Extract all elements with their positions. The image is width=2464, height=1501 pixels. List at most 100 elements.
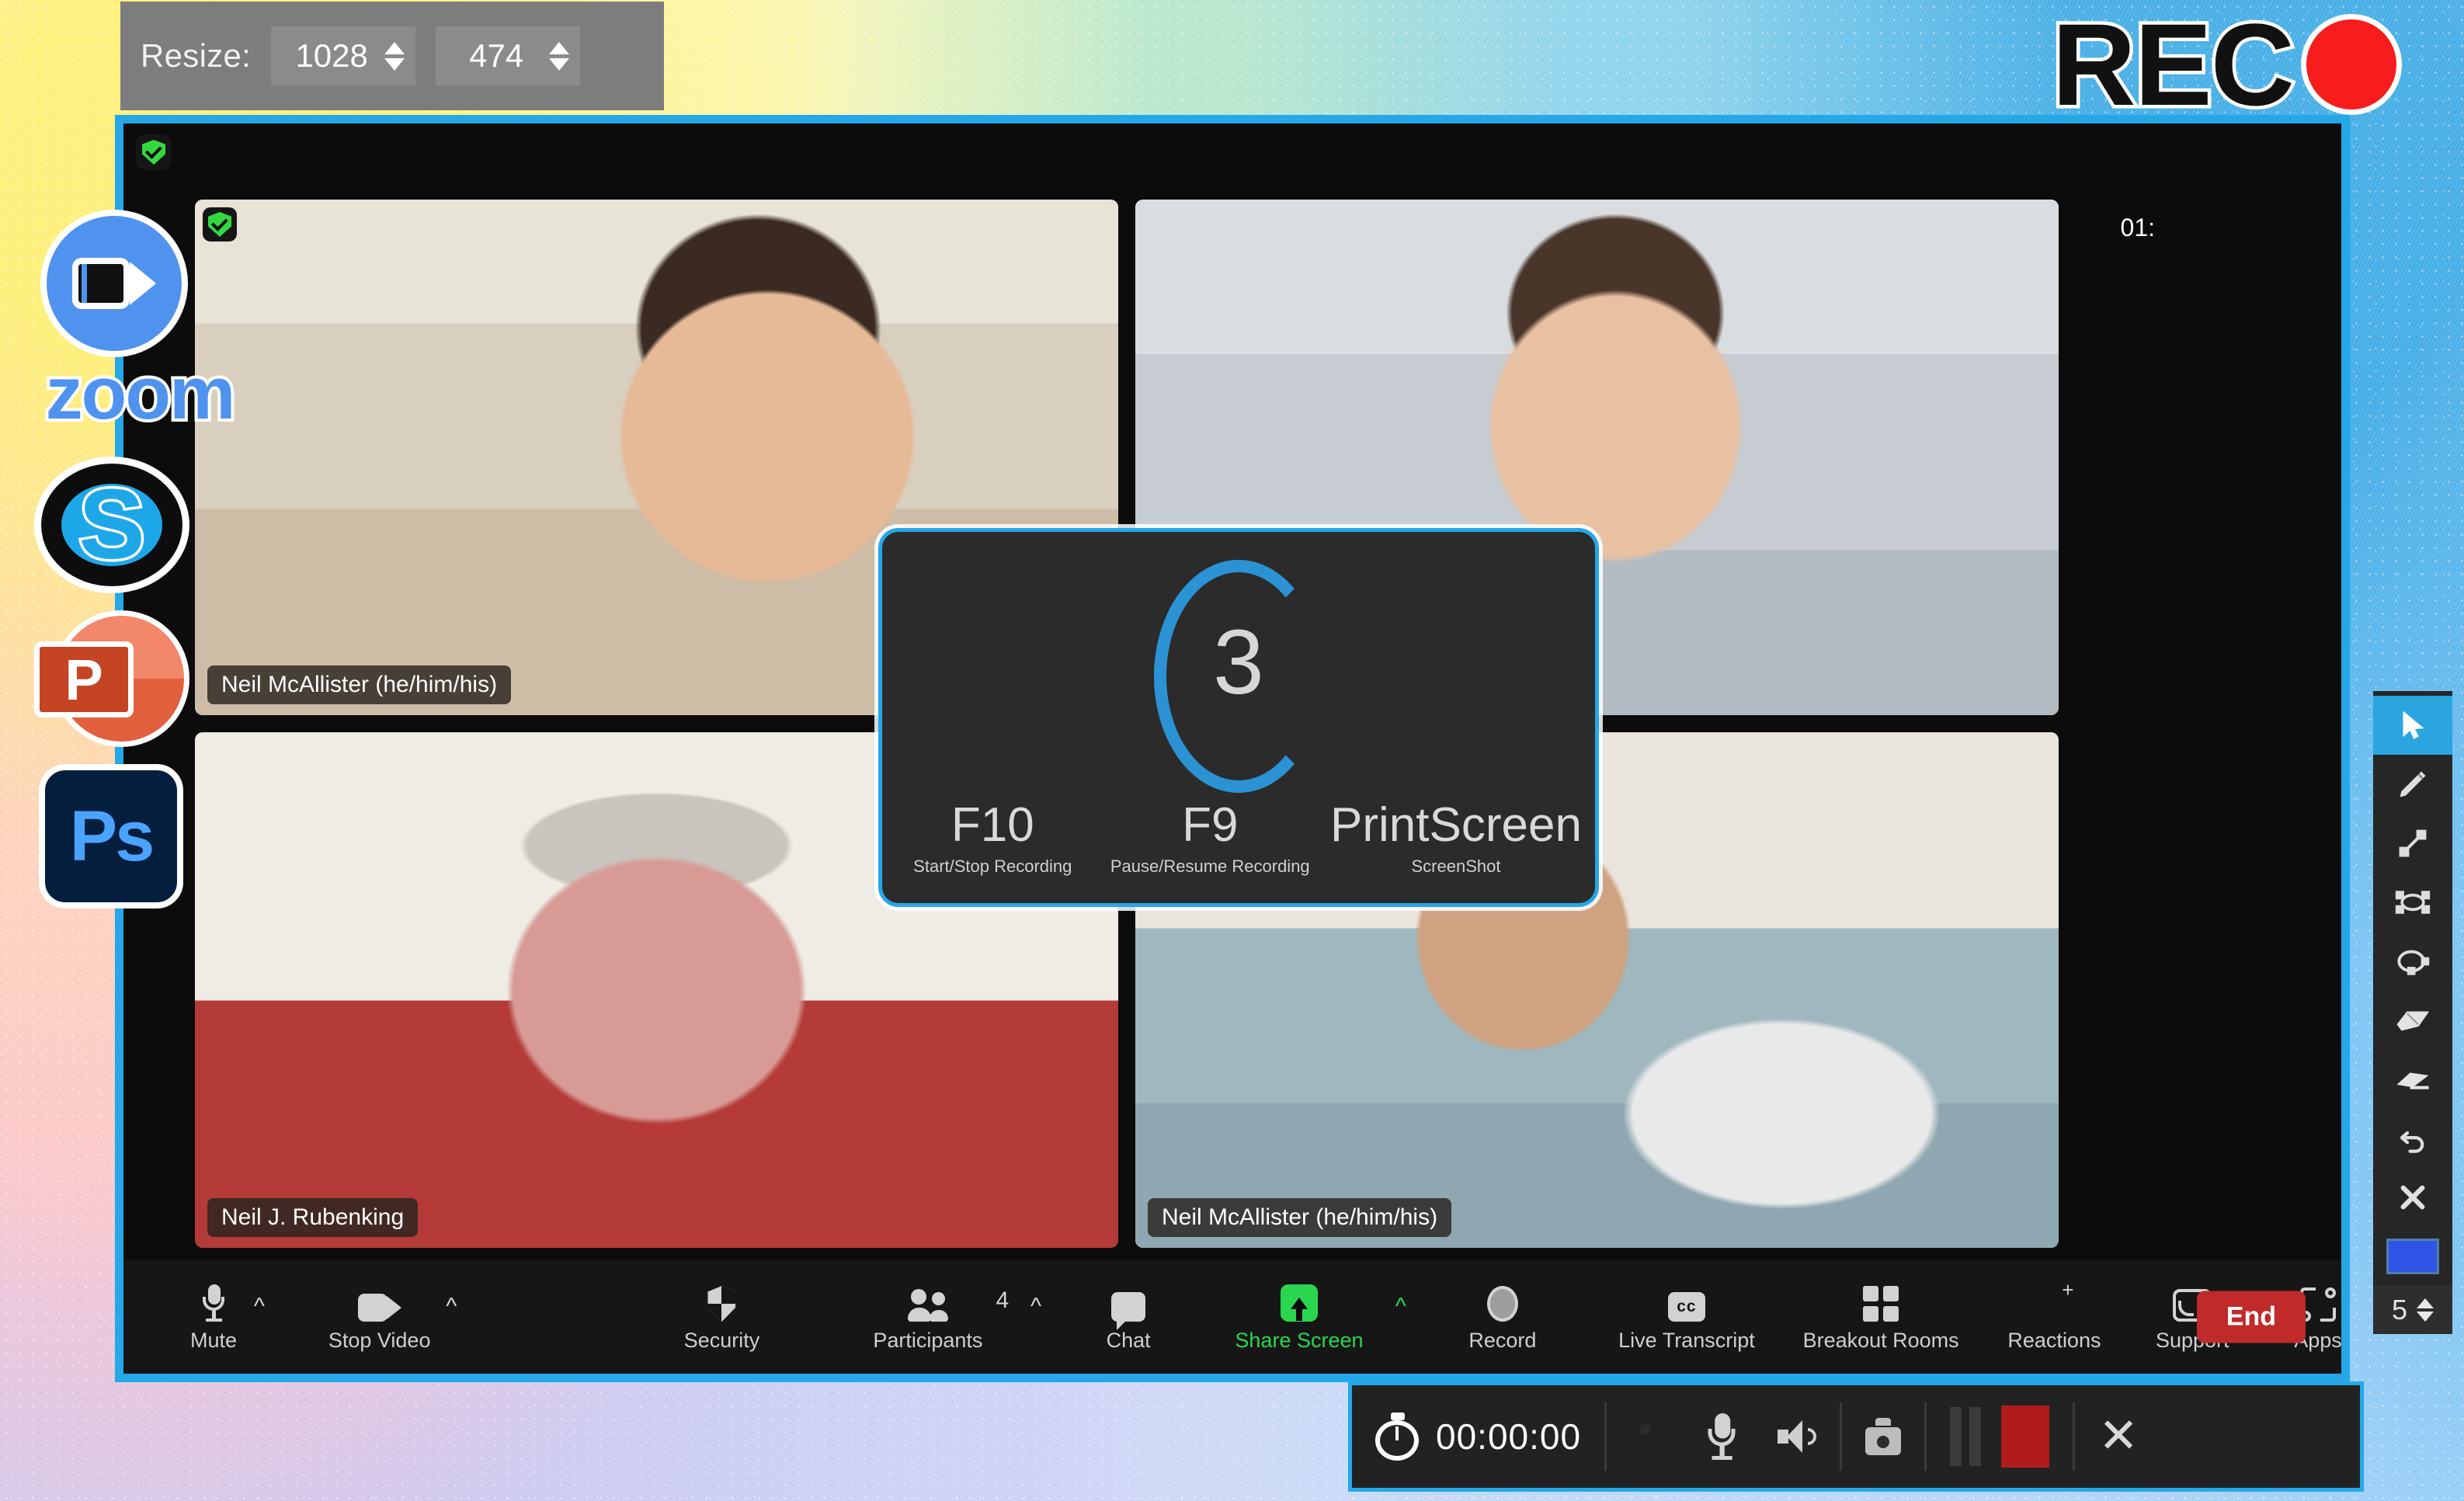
toolbar-share-screen-label: Share Screen	[1235, 1329, 1364, 1352]
people-icon	[907, 1281, 948, 1322]
skype-glyph: S	[76, 469, 148, 581]
toolbar-mute[interactable]: Mute ^	[189, 1281, 265, 1353]
close-icon[interactable]: ✕	[2098, 1412, 2139, 1461]
rec-label: REC	[2049, 0, 2299, 130]
record-dot-icon	[2301, 14, 2402, 115]
shield-icon	[707, 1281, 736, 1322]
recorder-sources	[1607, 1385, 1840, 1488]
photoshop-logo: Ps	[39, 764, 183, 909]
toolbar-live-transcript-label: Live Transcript	[1618, 1329, 1755, 1352]
stroke-size-arrows[interactable]	[2417, 1298, 2434, 1322]
chat-bubble-icon	[1111, 1281, 1146, 1330]
share-screen-icon	[1280, 1281, 1318, 1322]
undo-tool[interactable]	[2373, 1109, 2452, 1168]
powerpoint-glyph: P	[34, 641, 134, 717]
toolbar-participants[interactable]: Participants 4 ^	[873, 1281, 1041, 1353]
recorder-close-section: ✕	[2075, 1385, 2162, 1488]
video-camera-icon	[357, 1281, 401, 1322]
zoom-logo: zoom	[23, 210, 256, 438]
width-stepper-arrows[interactable]	[384, 41, 405, 71]
shield-check-icon	[142, 140, 165, 165]
resize-width-value: 1028	[295, 37, 368, 74]
toolbar-breakout-rooms[interactable]: Breakout Rooms	[1802, 1281, 1959, 1353]
zoom-camera-icon	[40, 210, 188, 357]
apps-bracket-icon	[2300, 1281, 2336, 1322]
eraser-tool[interactable]	[2373, 991, 2452, 1050]
end-meeting-button[interactable]: End	[2196, 1291, 2306, 1343]
color-swatch[interactable]	[2373, 1227, 2452, 1286]
recording-timestamp: 01:	[2120, 214, 2155, 241]
shortcut-desc: ScreenShot	[1411, 856, 1501, 876]
toolbar-record[interactable]: Record	[1468, 1281, 1537, 1353]
height-stepper-arrows[interactable]	[549, 41, 570, 71]
chevron-up-icon[interactable]: ^	[446, 1294, 457, 1320]
resize-width-stepper[interactable]: 1028	[271, 26, 416, 85]
toolbar-mute-label: Mute	[189, 1329, 238, 1352]
shortcut-key: F10	[950, 797, 1034, 852]
toolbar-breakout-rooms-label: Breakout Rooms	[1802, 1329, 1959, 1352]
smiley-plus-icon: +	[2036, 1280, 2073, 1322]
toolbar-stop-video-label: Stop Video	[328, 1329, 431, 1352]
rectangle-tool[interactable]	[2373, 873, 2452, 932]
zoom-bottom-toolbar: Mute ^ Stop Video ^ Security Participant…	[123, 1260, 2342, 1374]
clear-tool[interactable]	[2373, 1168, 2452, 1227]
screenshot-camera-icon[interactable]	[1865, 1418, 1902, 1455]
recorder-timer: 00:00:00	[1436, 1416, 1582, 1457]
photoshop-glyph: Ps	[69, 796, 155, 876]
chevron-up-icon[interactable]: ^	[1395, 1294, 1406, 1320]
skype-logo: S	[34, 457, 189, 593]
select-arrow-tool[interactable]	[2373, 696, 2452, 755]
record-circle-icon	[1486, 1281, 1518, 1322]
recorder-timer-section: 00:00:00	[1352, 1385, 1604, 1488]
toolbar-reactions-label: Reactions	[2007, 1329, 2101, 1352]
toolbar-security-label: Security	[683, 1329, 760, 1352]
shortcut-key: F9	[1182, 797, 1239, 852]
microphone-toggle-icon[interactable]	[1708, 1413, 1736, 1460]
microphone-icon	[203, 1281, 224, 1322]
toolbar-chat-label: Chat	[1106, 1329, 1151, 1352]
toolbar-live-transcript[interactable]: cc Live Transcript	[1618, 1281, 1755, 1353]
grid-squares-icon	[1863, 1281, 1899, 1322]
toolbar-share-screen[interactable]: Share Screen ^	[1235, 1281, 1406, 1353]
highlighter-tool[interactable]	[2373, 1050, 2452, 1109]
shortcut-hints: F10 Start/Stop Recording F9 Pause/Resume…	[882, 800, 1595, 877]
annotation-toolbar: 5	[2373, 691, 2452, 1334]
toolbar-record-label: Record	[1468, 1329, 1537, 1352]
pencil-tool[interactable]	[2373, 755, 2452, 814]
shortcut-desc: Pause/Resume Recording	[1110, 856, 1310, 876]
recording-indicator: REC	[2049, 0, 2402, 130]
shortcut-desc: Start/Stop Recording	[913, 856, 1072, 876]
powerpoint-logo: P	[34, 610, 189, 747]
resize-label: Resize:	[141, 37, 252, 74]
resize-height-value: 474	[469, 37, 524, 74]
recorder-transport-section	[1927, 1385, 2073, 1488]
zoom-wordmark: zoom	[43, 349, 239, 438]
toolbar-stop-video[interactable]: Stop Video ^	[328, 1281, 457, 1353]
speaker-toggle-icon[interactable]	[1778, 1420, 1817, 1453]
recorder-control-bar: 00:00:00 ✕	[1348, 1381, 2364, 1492]
resize-bar: Resize: 1028 474	[120, 2, 664, 110]
chevron-up-icon[interactable]: ^	[1030, 1294, 1041, 1320]
closed-caption-icon: cc	[1667, 1281, 1705, 1322]
stroke-size-value: 5	[2391, 1294, 2408, 1326]
line-tool[interactable]	[2373, 814, 2452, 873]
shortcut-f10: F10 Start/Stop Recording	[882, 800, 1103, 877]
toolbar-chat[interactable]: Chat	[1105, 1281, 1152, 1353]
security-shield-badge	[136, 134, 172, 170]
toolbar-reactions[interactable]: + Reactions	[2007, 1280, 2101, 1353]
toolbar-security[interactable]: Security	[683, 1281, 760, 1353]
resize-height-stepper[interactable]: 474	[436, 26, 581, 85]
stop-button-icon[interactable]	[2001, 1405, 2050, 1468]
webcam-toggle-icon[interactable]	[1630, 1416, 1666, 1457]
participant-name: Neil McAllister (he/him/his)	[1148, 1198, 1452, 1237]
shortcut-f9: F9 Pause/Resume Recording	[1103, 800, 1317, 877]
chevron-up-icon[interactable]: ^	[254, 1294, 265, 1320]
lasso-tool[interactable]	[2373, 932, 2452, 991]
recording-countdown-overlay: 3 F10 Start/Stop Recording F9 Pause/Resu…	[878, 528, 1599, 907]
stroke-size-stepper[interactable]: 5	[2373, 1286, 2452, 1334]
stopwatch-icon	[1375, 1412, 1420, 1461]
pause-button-icon[interactable]	[1950, 1407, 1982, 1466]
app-logo-rail: zoom S P Ps	[23, 210, 256, 909]
countdown-number: 3	[1213, 611, 1264, 714]
toolbar-participants-label: Participants	[873, 1329, 983, 1352]
